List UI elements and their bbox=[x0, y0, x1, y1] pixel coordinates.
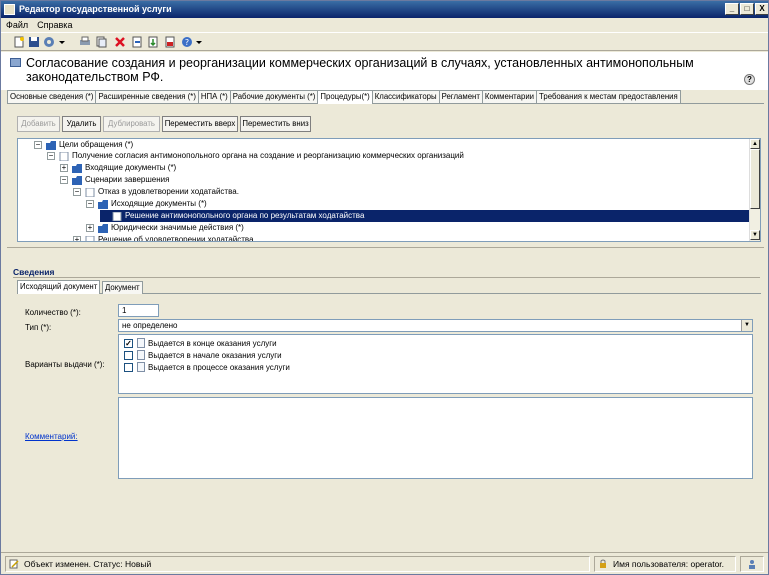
menu-bar: Файл Справка bbox=[1, 18, 768, 32]
document-icon bbox=[59, 152, 69, 161]
delete-button[interactable]: Удалить bbox=[62, 116, 101, 132]
import-icon[interactable] bbox=[147, 36, 159, 48]
svg-text:?: ? bbox=[185, 38, 189, 47]
folder-icon bbox=[98, 200, 108, 209]
tab-outgoing-document[interactable]: Исходящий документ bbox=[17, 280, 101, 294]
variant-label: Выдается в конце оказания услуги bbox=[148, 339, 277, 348]
procedures-panel: Добавить Удалить Дублировать Переместить… bbox=[7, 104, 764, 547]
details-heading: Сведения bbox=[13, 267, 55, 277]
tab-comments[interactable]: Комментарии bbox=[481, 90, 538, 103]
folder-icon bbox=[46, 141, 56, 150]
menu-help[interactable]: Справка bbox=[32, 18, 76, 32]
status-bar: Объект изменен. Статус: Новый Имя пользо… bbox=[1, 552, 768, 574]
pdf-icon[interactable] bbox=[164, 36, 176, 48]
splitter[interactable] bbox=[7, 247, 764, 250]
scroll-up-icon[interactable]: ▲ bbox=[750, 139, 760, 149]
help-icon[interactable]: ? bbox=[744, 74, 755, 85]
document-icon bbox=[85, 188, 95, 197]
window-title: Редактор государственной услуги bbox=[19, 4, 172, 14]
tab-npa[interactable]: НПА (*) bbox=[197, 90, 231, 103]
app-icon bbox=[4, 4, 15, 15]
close-button[interactable]: X bbox=[755, 3, 768, 15]
page-header: Согласование создания и реорганизации ко… bbox=[1, 52, 768, 90]
main-window: Редактор государственной услуги _ □ X Фа… bbox=[0, 0, 769, 575]
expand-icon[interactable]: + bbox=[86, 224, 94, 232]
document-icon bbox=[137, 338, 145, 348]
copy-icon[interactable] bbox=[95, 36, 107, 48]
collapse-icon[interactable]: − bbox=[60, 176, 68, 184]
menu-file[interactable]: Файл bbox=[1, 18, 32, 32]
comment-textarea[interactable] bbox=[118, 397, 753, 479]
expand-icon[interactable]: + bbox=[60, 164, 68, 172]
details-tabs: Исходящий документ Документ bbox=[17, 280, 761, 294]
tab-regulation[interactable]: Регламент bbox=[438, 90, 483, 103]
collapse-icon[interactable]: − bbox=[73, 188, 81, 196]
tab-classifiers[interactable]: Классификаторы bbox=[371, 90, 440, 103]
collapse-icon[interactable]: − bbox=[47, 152, 55, 160]
new-icon[interactable] bbox=[13, 36, 25, 48]
move-down-button[interactable]: Переместить вниз bbox=[240, 116, 311, 132]
variants-list: ✓ Выдается в конце оказания услуги Выдае… bbox=[118, 334, 753, 394]
tab-procedures[interactable]: Процедуры(*) bbox=[317, 90, 373, 104]
export-icon[interactable] bbox=[131, 36, 143, 48]
collapse-icon[interactable]: − bbox=[86, 200, 94, 208]
variant-label: Выдается в начале оказания услуги bbox=[148, 351, 282, 360]
tab-location-requirements[interactable]: Требования к местам предоставления bbox=[536, 90, 681, 103]
document-icon bbox=[112, 212, 122, 221]
book-icon bbox=[10, 58, 21, 67]
delete-icon[interactable] bbox=[114, 36, 126, 48]
procedure-tree[interactable]: − Цели обращения (*) − Получение согласи… bbox=[17, 138, 761, 242]
main-tabs: Основные сведения (*) Расширенные сведени… bbox=[7, 90, 764, 104]
tree-node-selected[interactable]: Решение антимонопольного органа по резул… bbox=[100, 210, 750, 222]
chevron-down-icon[interactable] bbox=[196, 36, 202, 48]
variant-label: Выдается в процессе оказания услуги bbox=[148, 363, 290, 372]
tab-basic-info[interactable]: Основные сведения (*) bbox=[7, 90, 97, 103]
variant-checkbox[interactable] bbox=[124, 351, 133, 360]
help-icon[interactable]: ? bbox=[181, 36, 193, 48]
page-title: Согласование создания и реорганизации ко… bbox=[26, 56, 694, 84]
add-button[interactable]: Добавить bbox=[17, 116, 60, 132]
toolbar: ? bbox=[1, 32, 768, 51]
tab-extended-info[interactable]: Расширенные сведения (*) bbox=[95, 90, 199, 103]
tree-scrollbar[interactable]: ▲ ▼ bbox=[749, 139, 760, 241]
type-label: Тип (*): bbox=[25, 323, 52, 332]
title-bar: Редактор государственной услуги _ □ X bbox=[1, 1, 768, 18]
folder-icon bbox=[98, 224, 108, 233]
variant-checkbox-checked[interactable]: ✓ bbox=[124, 339, 133, 348]
save-icon[interactable] bbox=[28, 36, 40, 48]
maximize-button[interactable]: □ bbox=[740, 3, 754, 15]
document-icon bbox=[137, 362, 145, 372]
print-icon[interactable] bbox=[79, 36, 91, 48]
folder-icon bbox=[72, 176, 82, 185]
status-extra bbox=[740, 556, 764, 572]
comment-link[interactable]: Комментарий: bbox=[25, 432, 78, 441]
quantity-label: Количество (*): bbox=[25, 308, 81, 317]
status-message: Объект изменен. Статус: Новый bbox=[5, 556, 590, 572]
tab-work-documents[interactable]: Рабочие документы (*) bbox=[229, 90, 319, 103]
divider bbox=[13, 277, 760, 278]
variants-label: Варианты выдачи (*): bbox=[25, 360, 105, 369]
quantity-input[interactable]: 1 bbox=[118, 304, 159, 317]
lock-icon bbox=[600, 559, 606, 568]
minimize-button[interactable]: _ bbox=[725, 3, 739, 15]
status-user: Имя пользователя: operator. bbox=[594, 556, 736, 572]
document-icon bbox=[137, 350, 145, 360]
settings-icon[interactable] bbox=[43, 36, 55, 48]
document-icon bbox=[85, 236, 95, 241]
chevron-down-icon[interactable] bbox=[59, 36, 65, 48]
type-select[interactable]: не определено ▼ bbox=[118, 319, 753, 332]
variant-checkbox[interactable] bbox=[124, 363, 133, 372]
tab-document[interactable]: Документ bbox=[102, 281, 143, 294]
expand-icon[interactable]: + bbox=[73, 236, 81, 241]
scroll-thumb[interactable] bbox=[750, 149, 760, 209]
move-up-button[interactable]: Переместить вверх bbox=[162, 116, 238, 132]
user-icon bbox=[749, 560, 755, 569]
folder-icon bbox=[72, 164, 82, 173]
chevron-down-icon[interactable]: ▼ bbox=[741, 320, 752, 331]
collapse-icon[interactable]: − bbox=[34, 141, 42, 149]
scroll-down-icon[interactable]: ▼ bbox=[750, 230, 760, 240]
type-value: не определено bbox=[122, 321, 178, 330]
edit-icon bbox=[9, 559, 19, 569]
duplicate-button[interactable]: Дублировать bbox=[103, 116, 160, 132]
